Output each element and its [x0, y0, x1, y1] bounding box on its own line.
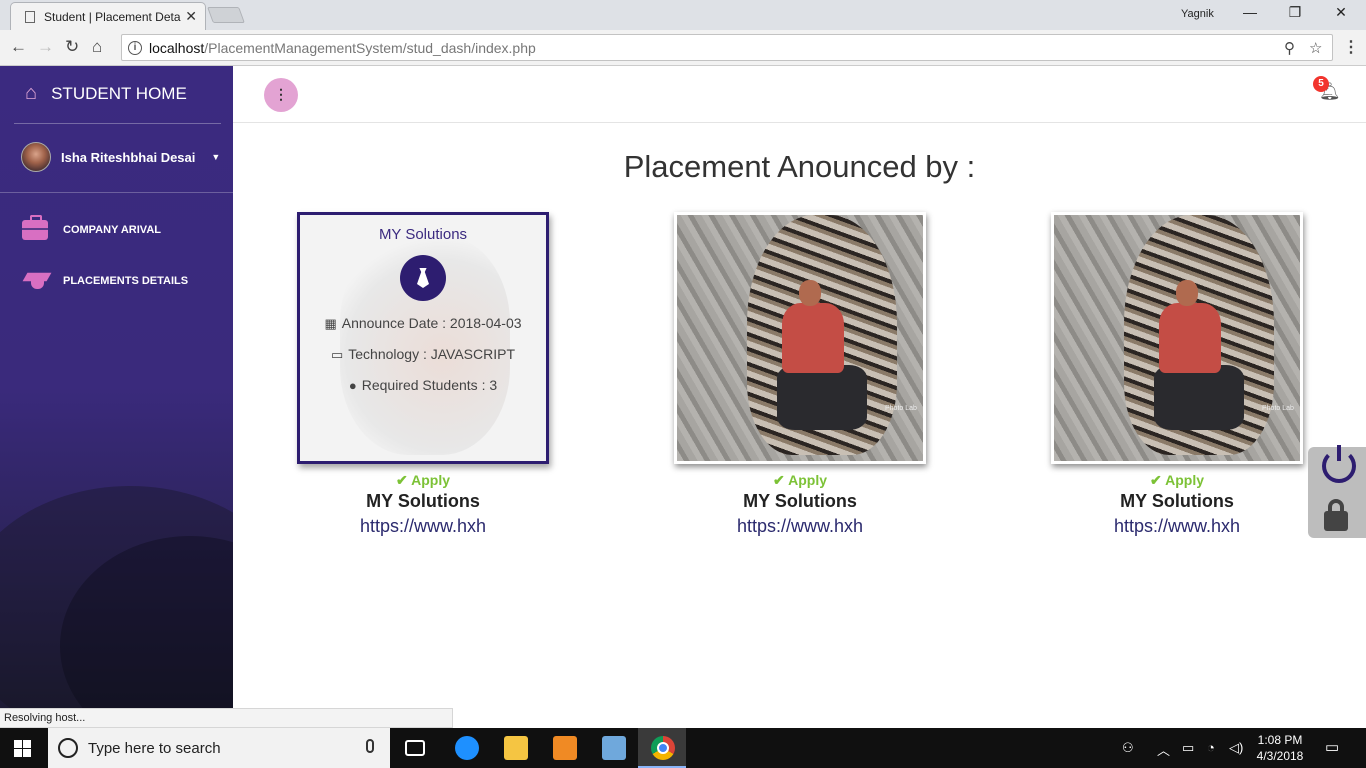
sidebar-item-label: COMPANY ARIVAL [63, 224, 161, 236]
document-icon [25, 10, 35, 23]
battery-icon[interactable]: ▭ [1182, 740, 1194, 756]
new-tab-button[interactable] [207, 7, 245, 23]
user-icon: ● [348, 378, 357, 393]
zoom-icon[interactable]: ⚲ [1284, 39, 1295, 57]
company-url-link[interactable]: https://www.hxh [297, 516, 549, 537]
company-photo-card[interactable]: Photo Lab [1051, 212, 1303, 464]
company-url-link[interactable]: https://www.hxh [1051, 516, 1303, 537]
virtualbox-icon[interactable] [602, 736, 626, 760]
people-icon[interactable]: ⚇ [1122, 740, 1134, 756]
home-icon: ⌂ [25, 82, 38, 104]
taskbar-search[interactable]: Type here to search [48, 728, 390, 768]
company-title: MY Solutions [743, 491, 857, 511]
user-name: Isha Riteshbhai Desai [61, 149, 196, 165]
brand-label: STUDENT HOME [51, 83, 187, 103]
notifications-icon[interactable]: ▭ [1325, 738, 1339, 756]
time: 1:08 PM [1257, 733, 1303, 747]
tab-close-icon[interactable]: ✕ [185, 8, 197, 25]
taskbar: Type here to search ⚇ ︿ ▭ ◔ ◁) 1:08 PM 4… [0, 728, 1366, 768]
calendar-icon: ▦ [324, 316, 337, 331]
sidebar-item-company-arival[interactable]: COMPANY ARIVAL [22, 215, 161, 240]
info-icon[interactable]: i [128, 40, 142, 55]
sidebar-item-label: PLACEMENTS DETAILS [63, 275, 189, 287]
company-name: MY Solutions [378, 226, 468, 243]
company-url-link[interactable]: https://www.hxh [674, 516, 926, 537]
lock-icon[interactable] [1324, 499, 1348, 531]
user-dropdown[interactable]: Isha Riteshbhai Desai ▼ [21, 142, 220, 172]
tie-icon [400, 255, 446, 301]
bookmark-star-icon[interactable]: ☆ [1309, 39, 1322, 57]
chrome-icon[interactable] [651, 736, 675, 760]
browser-menu-icon[interactable]: ⋮ [1343, 37, 1359, 57]
company-title: MY Solutions [366, 491, 480, 511]
briefcase-icon [22, 215, 48, 240]
address-bar[interactable]: i localhost/PlacementManagementSystem/st… [121, 34, 1333, 61]
power-icon[interactable] [1322, 445, 1356, 483]
browser-toolbar: ← → ↻ ⌂ i localhost/PlacementManagementS… [0, 30, 1366, 66]
volume-icon[interactable]: ◁) [1229, 740, 1243, 756]
clock[interactable]: 1:08 PM 4/3/2018 [1250, 732, 1310, 764]
minimize-sidebar-button[interactable]: ⋮ [264, 78, 298, 112]
photo-watermark: Photo Lab [1262, 405, 1294, 412]
edge-icon[interactable] [455, 736, 479, 760]
microphone-icon[interactable] [366, 739, 374, 753]
sidebar-item-placements-details[interactable]: PLACEMENTS DETAILS [22, 271, 188, 291]
browser-tabstrip: Student | Placement Deta ✕ Yagnik — ❐ ✕ [0, 0, 1366, 30]
cortana-icon [58, 738, 78, 758]
chevron-up-icon[interactable]: ︿ [1157, 740, 1170, 759]
graduation-cap-icon [22, 271, 52, 291]
apply-button[interactable]: ✔ Apply [674, 472, 926, 489]
company-photo-card[interactable]: Photo Lab [674, 212, 926, 464]
divider [14, 123, 221, 124]
company-card[interactable]: MY Solutions ▦ Announce Date : 2018-04-03… [297, 212, 549, 464]
window-user: Yagnik [1181, 8, 1214, 20]
home-icon[interactable]: ⌂ [92, 37, 102, 57]
url-path: /PlacementManagementSystem/stud_dash/ind… [204, 39, 536, 56]
search-placeholder: Type here to search [88, 739, 221, 757]
technology: ▭ Technology : JAVASCRIPT [330, 346, 516, 362]
sidebar-brand[interactable]: ⌂ STUDENT HOME [25, 82, 187, 105]
date: 4/3/2018 [1256, 749, 1304, 763]
task-view-icon[interactable] [405, 740, 425, 756]
minimize-button[interactable]: — [1235, 4, 1265, 20]
photo-watermark: Photo Lab [885, 405, 917, 412]
divider [0, 192, 233, 193]
status-bar: Resolving host... [0, 708, 453, 728]
required-students: ● Required Students : 3 [348, 377, 498, 393]
file-explorer-icon[interactable] [504, 736, 528, 760]
chevron-down-icon: ▼ [211, 152, 221, 162]
avatar [21, 142, 51, 172]
close-window-button[interactable]: ✕ [1326, 4, 1356, 21]
apply-button[interactable]: ✔ Apply [297, 472, 549, 489]
check-icon: ✔ [773, 472, 789, 488]
apply-button[interactable]: ✔ Apply [1051, 472, 1303, 489]
browser-tab[interactable]: Student | Placement Deta ✕ [10, 2, 206, 30]
tab-title: Student | Placement Deta [44, 9, 181, 24]
check-icon: ✔ [396, 472, 412, 488]
check-icon: ✔ [1150, 472, 1166, 488]
page-title: Placement Anounced by : [623, 149, 976, 184]
company-title: MY Solutions [1120, 491, 1234, 511]
announce-date: ▦ Announce Date : 2018-04-03 [324, 315, 522, 331]
wifi-icon[interactable]: ◔ [1207, 740, 1215, 755]
top-navbar: ⋮ 🔔︎ 5 [233, 66, 1366, 123]
back-icon[interactable]: ← [10, 37, 27, 57]
reload-icon[interactable]: ↻ [65, 37, 79, 57]
sidebar: ⌂ STUDENT HOME Isha Riteshbhai Desai ▼ C… [0, 66, 233, 708]
restore-button[interactable]: ❐ [1280, 4, 1310, 21]
forward-icon[interactable]: → [37, 37, 54, 57]
uc-browser-icon[interactable] [553, 736, 577, 760]
url-host: localhost [149, 39, 205, 56]
windows-start-icon[interactable] [14, 740, 32, 757]
notification-badge: 5 [1313, 76, 1329, 92]
side-tools-panel [1308, 445, 1366, 538]
laptop-icon: ▭ [330, 347, 344, 362]
